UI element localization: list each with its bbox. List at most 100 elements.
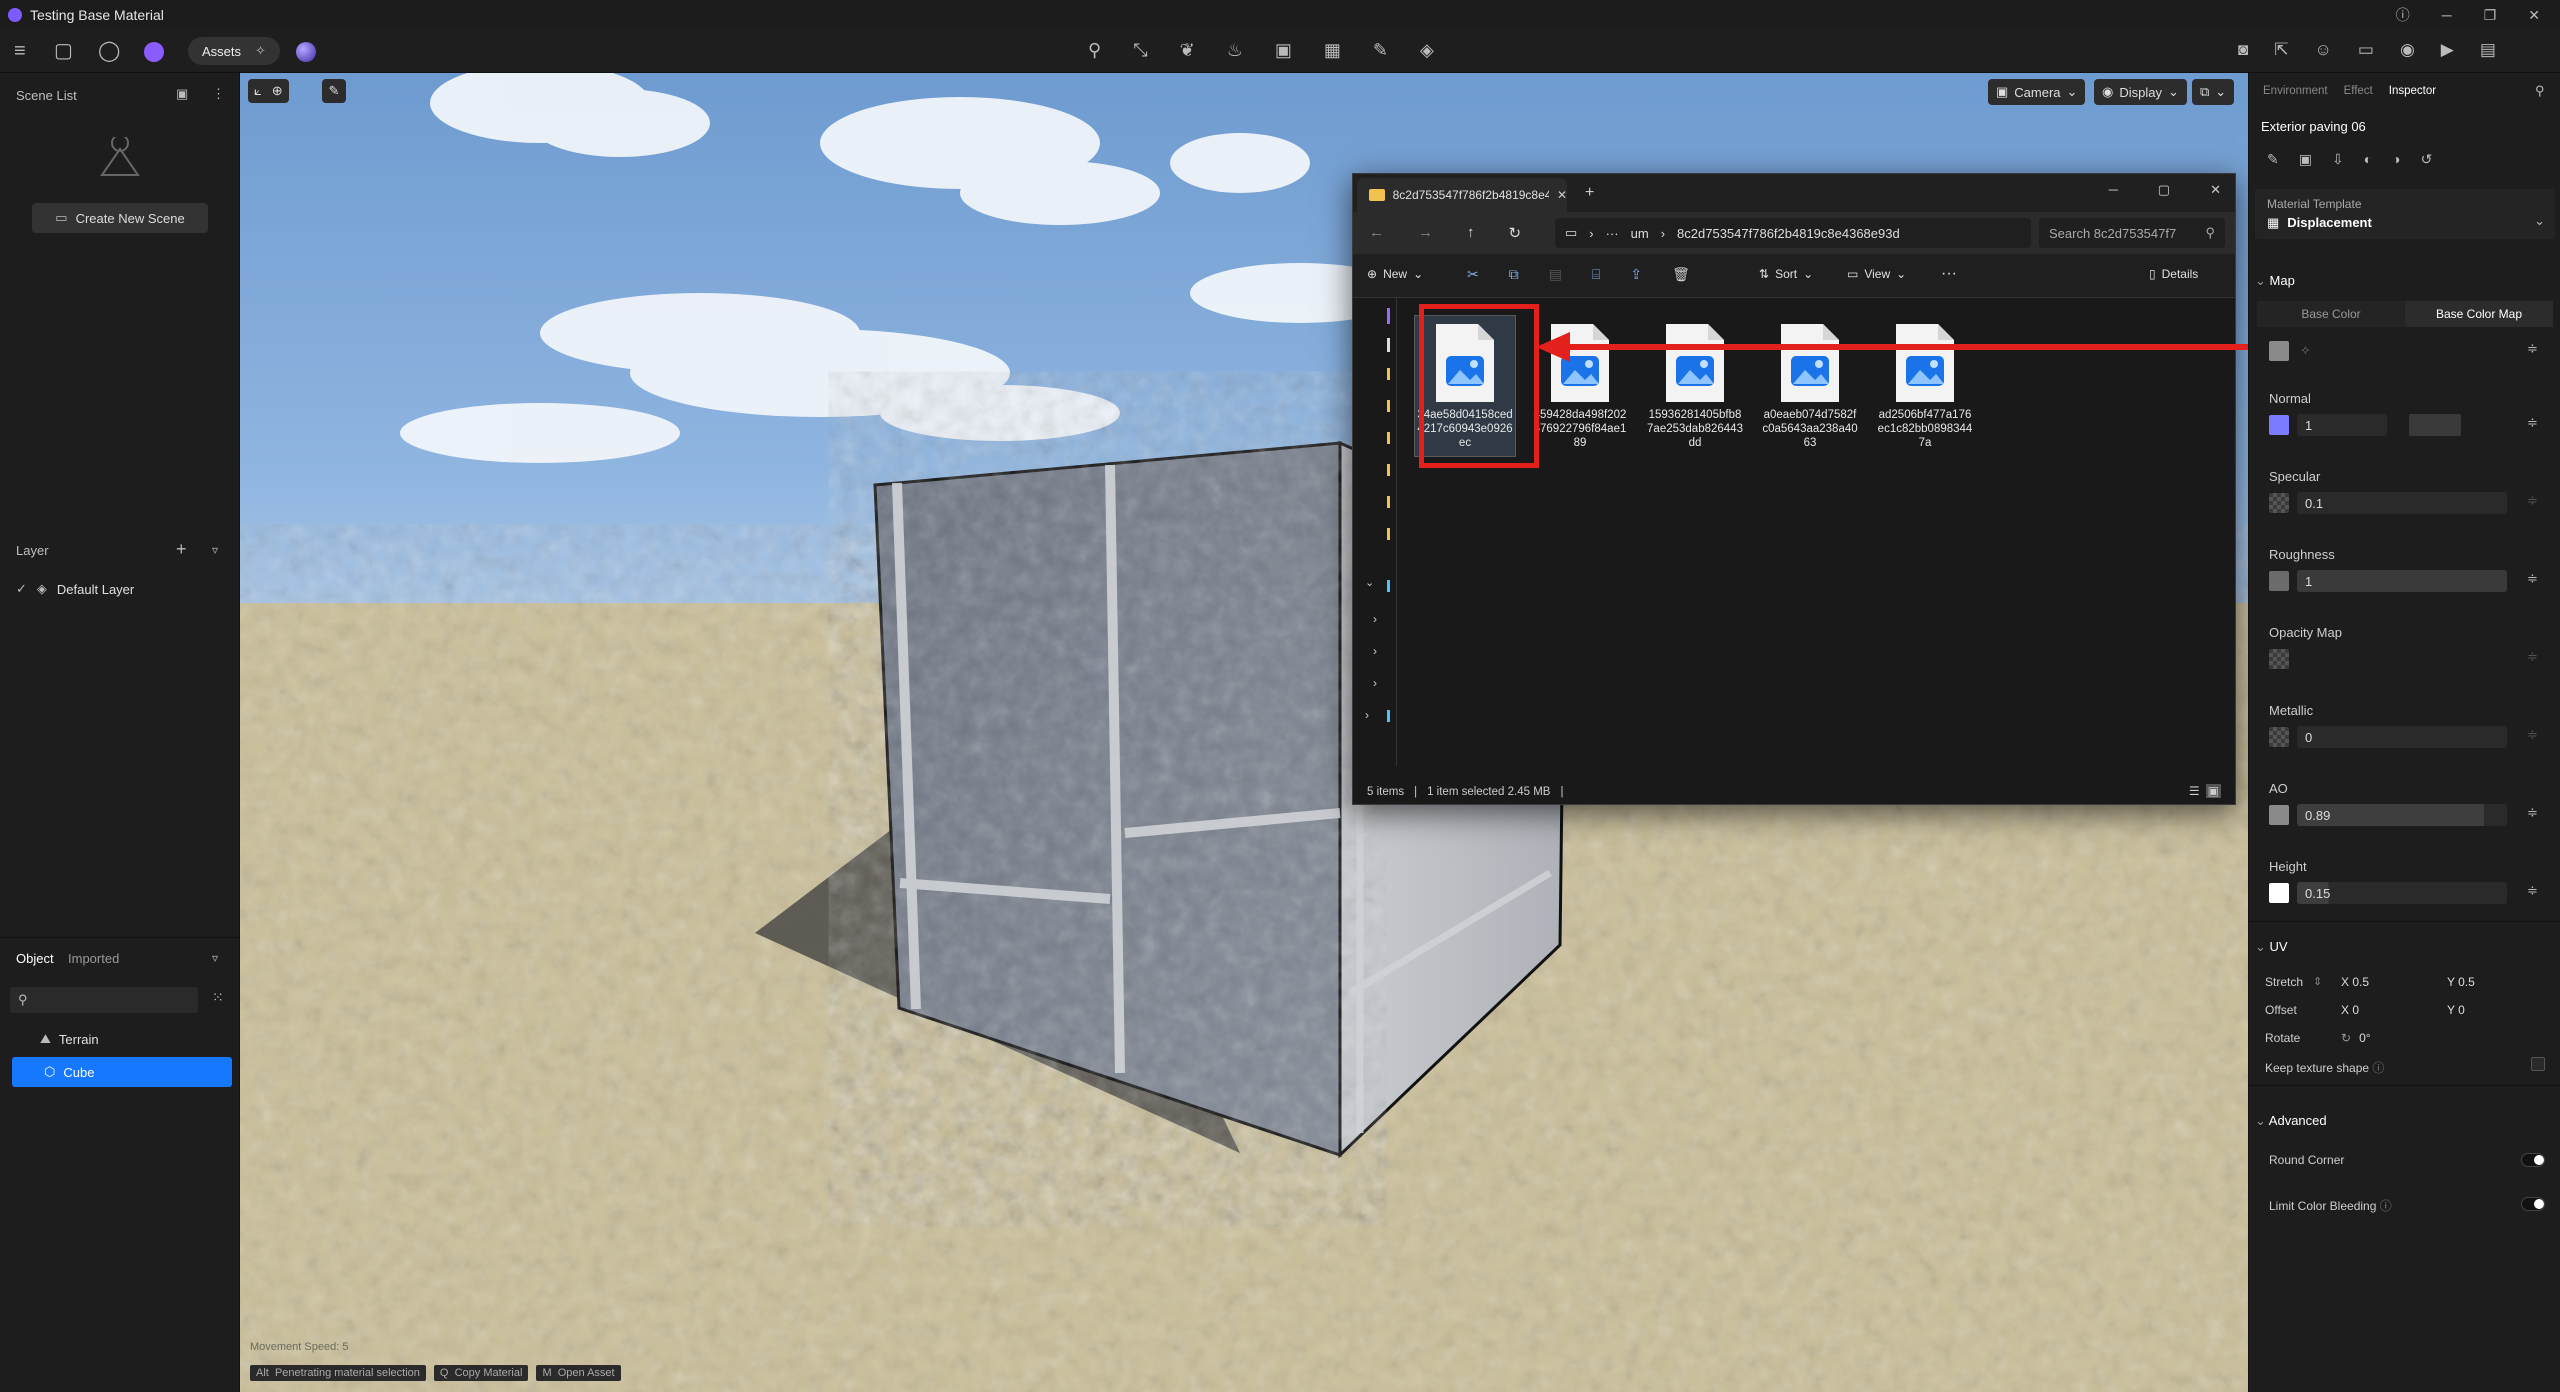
share-icon[interactable]: ⇪ — [1630, 266, 1642, 283]
close-window-button[interactable]: ✕ — [2528, 7, 2540, 24]
help-icon[interactable]: ⓘ — [2396, 5, 2410, 25]
metallic-input[interactable]: 0 — [2297, 726, 2507, 748]
fire-icon[interactable]: ♨ — [1227, 40, 1243, 61]
specular-input[interactable]: 0.1 — [2297, 492, 2507, 514]
pin-icon[interactable]: ⚲ — [2535, 83, 2545, 99]
new-file-icon[interactable]: ▢ — [54, 41, 73, 61]
nav-item-4[interactable] — [1387, 400, 1390, 412]
camera-path-icon[interactable]: ▣ — [1275, 40, 1292, 61]
nav-item-8[interactable] — [1387, 528, 1390, 540]
opacity-settings-icon[interactable]: ≑ — [2527, 649, 2538, 665]
material-template-select[interactable]: Material Template ▦ Displacement ⌄ — [2255, 189, 2555, 239]
explorer-search-input[interactable]: Search 8c2d753547f7 ⚲ — [2039, 218, 2225, 248]
brush-icon[interactable]: ✎ — [1373, 40, 1388, 61]
vr-icon[interactable]: ◙ — [2238, 40, 2248, 60]
nav-item-6[interactable] — [1387, 464, 1390, 476]
minimize-button[interactable]: ─ — [2442, 7, 2452, 23]
explorer-maximize-button[interactable]: ▢ — [2158, 182, 2170, 198]
grid-icon[interactable]: ▦ — [1324, 40, 1341, 61]
offset-x-input[interactable]: X 0 — [2333, 999, 2433, 1021]
plant-icon[interactable]: ❦ — [1180, 40, 1195, 61]
nav-item-9[interactable] — [1387, 580, 1390, 592]
back-icon[interactable]: ← — [1369, 224, 1384, 242]
material-reset-icon[interactable]: ↺ — [2421, 151, 2433, 168]
explorer-close-button[interactable]: ✕ — [2210, 182, 2221, 198]
opacity-swatch[interactable] — [2269, 649, 2289, 669]
collapse-chevron-icon[interactable]: › — [1373, 644, 1377, 658]
explorer-tab[interactable]: 8c2d753547f786f2b4819c8e4: ✕ — [1357, 178, 1567, 212]
nav-item-5[interactable] — [1387, 432, 1390, 444]
object-filter-icon[interactable]: ▿ — [212, 951, 218, 965]
lock-ratio-icon[interactable]: ⇕ — [2313, 975, 2322, 988]
refresh-icon[interactable]: ↻ — [1509, 224, 1522, 242]
height-settings-icon[interactable]: ≑ — [2527, 883, 2538, 899]
layers-icon[interactable]: ◈ — [1420, 40, 1434, 61]
metallic-swatch[interactable] — [2269, 727, 2289, 747]
new-tab-button[interactable]: + — [1585, 184, 1594, 202]
roughness-swatch[interactable] — [2269, 571, 2289, 591]
export-icon[interactable]: ⇱ — [2274, 40, 2288, 60]
normal-swatch[interactable] — [2269, 415, 2289, 435]
roughness-settings-icon[interactable]: ≑ — [2527, 571, 2538, 587]
base-map-settings-icon[interactable]: ≑ — [2527, 341, 2538, 357]
material-import-icon[interactable]: ⇩ — [2332, 151, 2344, 168]
ao-swatch[interactable] — [2269, 805, 2289, 825]
transform-gizmo-button[interactable]: ⟀ ⊕ — [248, 79, 289, 103]
ai-orb-icon[interactable] — [296, 42, 316, 62]
collapse-chevron-icon[interactable]: › — [1373, 676, 1377, 690]
normal-settings-icon[interactable]: ≑ — [2527, 415, 2538, 431]
nav-item-2[interactable] — [1387, 338, 1390, 352]
delete-icon[interactable]: 🗑 — [1672, 266, 1690, 283]
height-input[interactable]: 0.15 — [2297, 882, 2507, 904]
maximize-button[interactable]: ❐ — [2484, 7, 2497, 24]
specular-settings-icon[interactable]: ≑ — [2527, 493, 2538, 509]
stretch-y-input[interactable]: Y 0.5 — [2439, 971, 2539, 993]
close-tab-icon[interactable]: ✕ — [1557, 188, 1567, 202]
collapse-chevron-icon[interactable]: › — [1373, 612, 1377, 626]
assets-button[interactable]: Assets ✧ — [188, 37, 280, 65]
monitor-icon[interactable]: ▭ — [2358, 40, 2374, 60]
plugin-icon[interactable] — [144, 42, 164, 62]
scene-add-icon[interactable]: ▣ — [176, 86, 188, 102]
keep-texture-shape-checkbox[interactable] — [2531, 1057, 2545, 1071]
screenshot-icon[interactable]: ◉ — [2400, 40, 2415, 60]
tab-inspector[interactable]: Inspector — [2389, 85, 2436, 97]
stretch-x-input[interactable]: X 0.5 — [2333, 971, 2433, 993]
explorer-minimize-button[interactable]: ─ — [2109, 182, 2118, 198]
object-item-terrain[interactable]: ⛰ Terrain — [40, 1031, 99, 1047]
base-color-map-swatch[interactable] — [2269, 341, 2289, 361]
collapse-chevron-icon[interactable]: › — [1365, 708, 1369, 722]
nav-item-10[interactable] — [1387, 710, 1390, 722]
view-button[interactable]: ▭ View ⌄ — [1847, 267, 1906, 281]
nav-item-3[interactable] — [1387, 368, 1390, 380]
advanced-section-header[interactable]: ⌄ Advanced — [2255, 1113, 2327, 1129]
save-icon[interactable]: ▤ — [2480, 40, 2496, 60]
ao-settings-icon[interactable]: ≑ — [2527, 805, 2538, 821]
display-button[interactable]: ◉ Display ⌄ — [2094, 79, 2187, 105]
material-save-icon[interactable]: ▣ — [2299, 151, 2312, 168]
tab-imported[interactable]: Imported — [68, 951, 119, 966]
scene-more-icon[interactable]: ⋮ — [212, 86, 225, 102]
up-icon[interactable]: ↑ — [1467, 224, 1475, 242]
cut-icon[interactable]: ✂ — [1467, 266, 1479, 283]
avatar-icon[interactable]: ☺ — [2315, 40, 2332, 60]
nav-item-7[interactable] — [1387, 496, 1390, 508]
more-options-icon[interactable]: ··· — [1941, 265, 1957, 283]
rename-icon[interactable]: ⌸ — [1592, 266, 1600, 283]
limit-color-bleeding-toggle[interactable] — [2521, 1197, 2545, 1211]
menu-icon[interactable]: ≡ — [14, 41, 26, 61]
layer-item[interactable]: ✓ ◈ Default Layer — [16, 581, 134, 597]
normal-slider[interactable] — [2409, 414, 2461, 436]
create-scene-button[interactable]: ▭ Create New Scene — [32, 203, 208, 233]
light-icon[interactable]: ⚲ — [1088, 40, 1101, 61]
map-section-header[interactable]: ⌄ Map — [2255, 273, 2295, 289]
round-corner-toggle[interactable] — [2521, 1153, 2545, 1167]
material-brush-icon[interactable]: ✎ — [2267, 151, 2279, 168]
forward-icon[interactable]: → — [1418, 224, 1433, 242]
address-bar[interactable]: ▭ › ··· um › 8c2d753547f786f2b4819c8e4368e9… — [1555, 218, 2031, 248]
tab-base-color-map[interactable]: Base Color Map — [2405, 301, 2553, 327]
object-item-cube[interactable]: ⬡ Cube — [12, 1057, 232, 1087]
nav-item-1[interactable] — [1387, 308, 1390, 324]
material-replace-icon[interactable]: ◐ — [2364, 151, 2372, 168]
uv-section-header[interactable]: ⌄ UV — [2255, 939, 2288, 955]
